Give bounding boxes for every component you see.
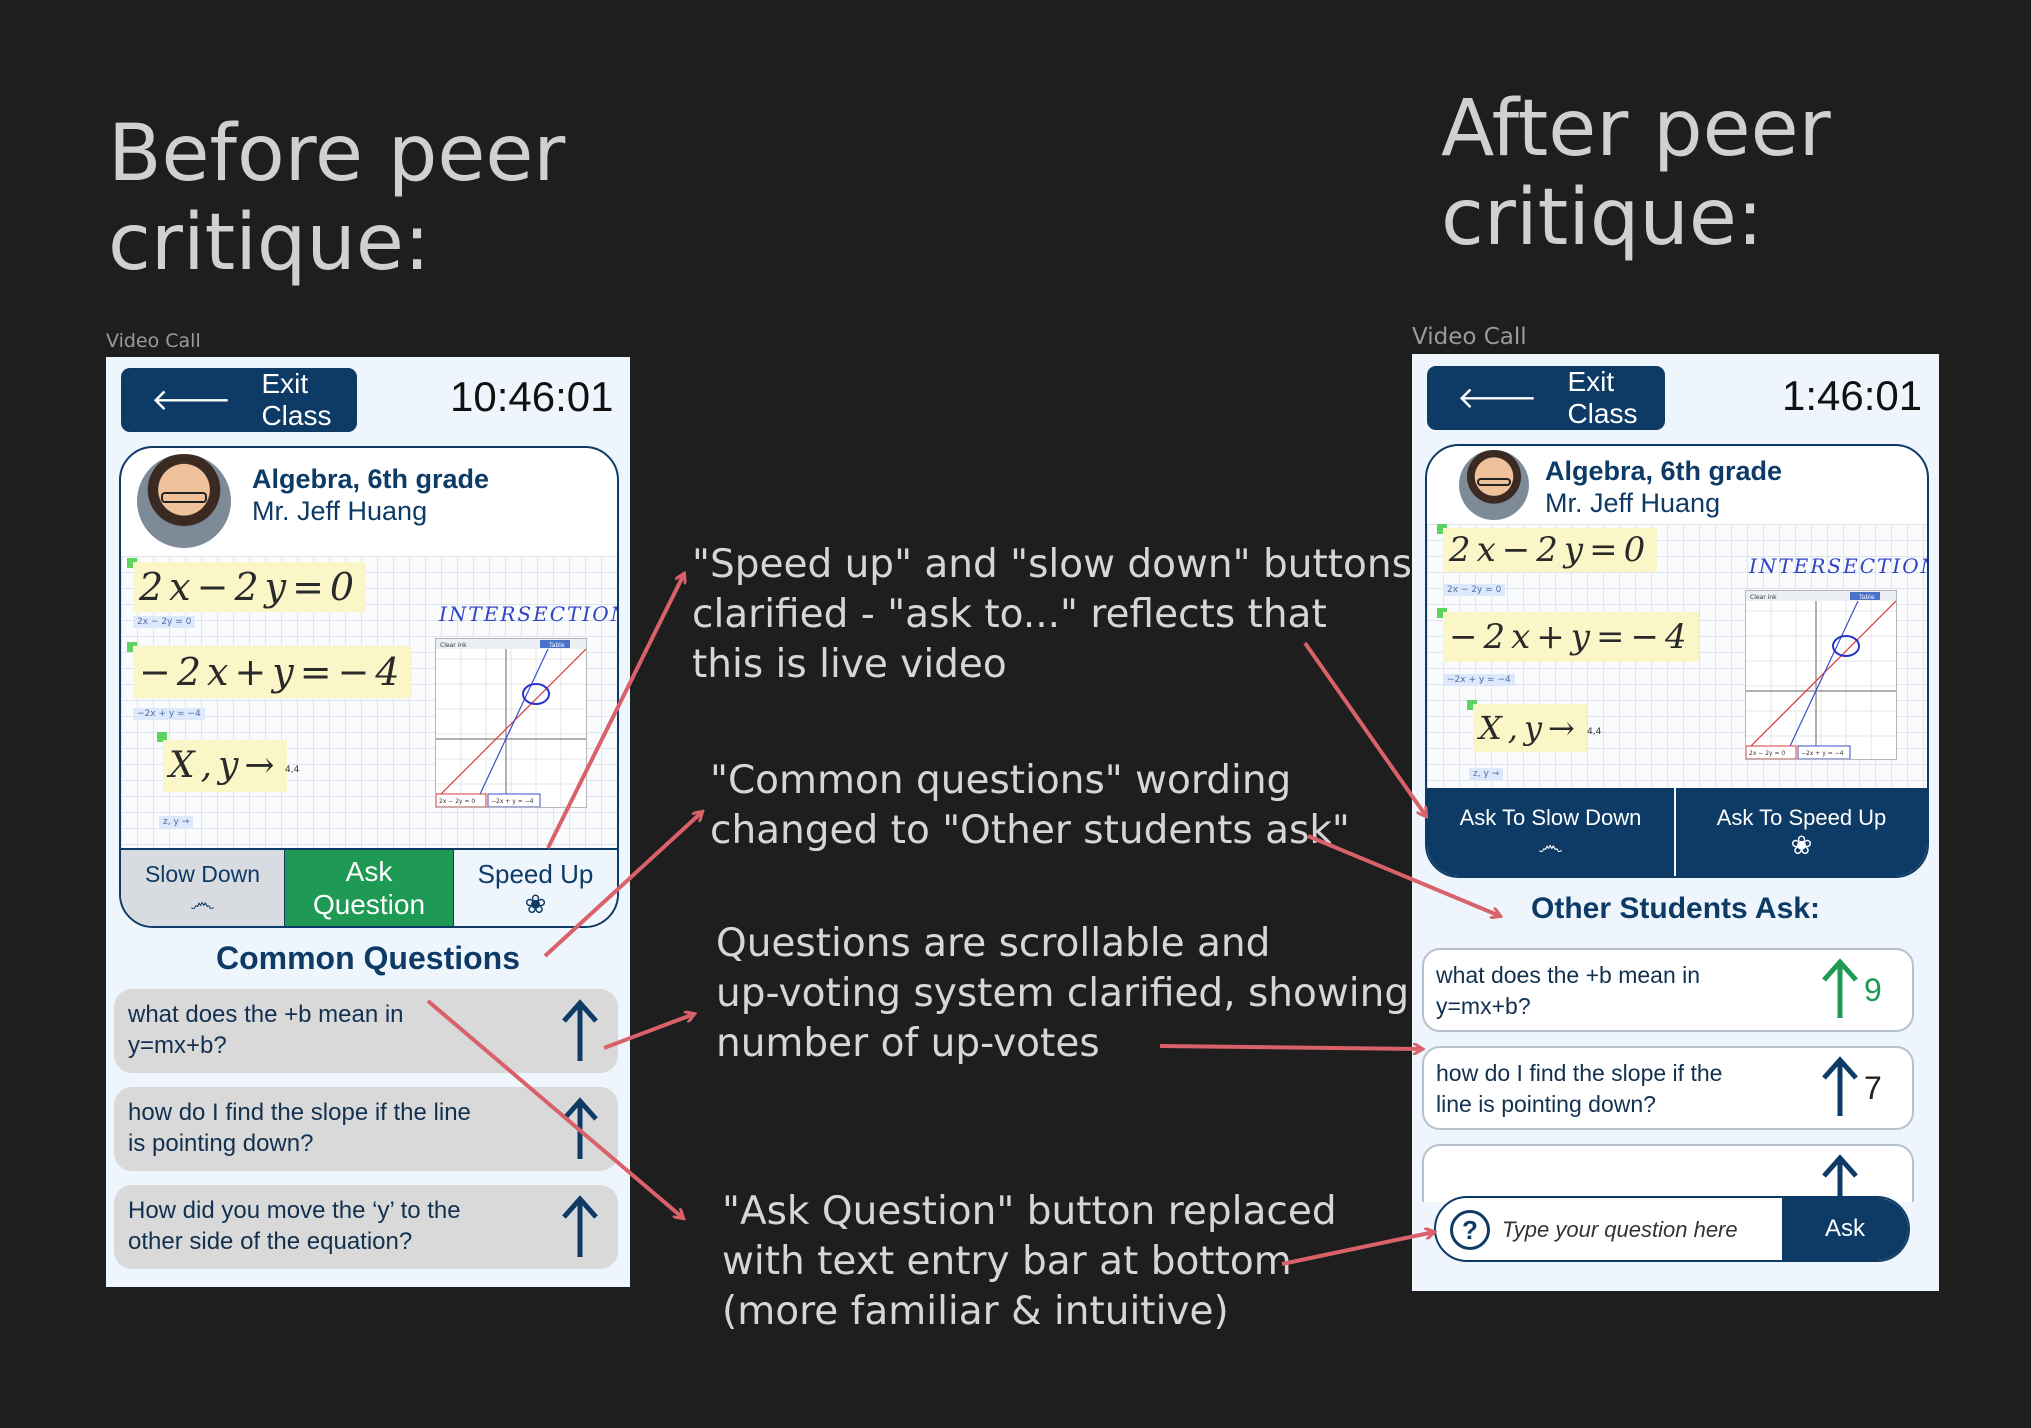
exit-class-label: Exit Class [261, 368, 332, 431]
other-students-ask-title: Other Students Ask: [1531, 892, 1820, 925]
ask-question-label: Ask Question [312, 856, 426, 920]
graph-table: Table [548, 642, 565, 649]
questions-scroll-list[interactable]: what does the +b mean in y=mx+b? 9 how d… [1412, 948, 1939, 1202]
whiteboard-video: 2x−2y=0 2x − 2y = 0 −2x+y=−4 −2x + y = −… [1427, 524, 1927, 788]
before-heading: Before peer critique: [108, 109, 566, 288]
question-text: how do I find the slope if the line is p… [1436, 1060, 1723, 1117]
upvote-arrow-icon[interactable] [560, 999, 600, 1063]
question-card[interactable]: how do I find the slope if the line is p… [114, 1087, 618, 1171]
exit-class-button[interactable]: 🡐 Exit Class [1427, 366, 1665, 430]
graph-eq2-label: −2x + y = −4 [491, 798, 534, 805]
question-card-partial[interactable] [1422, 1144, 1914, 1202]
teacher-avatar [1459, 450, 1529, 520]
equation-3: X,y→ [163, 740, 287, 792]
back-arrow-icon: 🡐 [151, 384, 232, 417]
upvote-arrow-icon[interactable] [1820, 1056, 1860, 1118]
equation-1-small: 2x − 2y = 0 [133, 616, 196, 628]
equation-3: X,y→ [1473, 704, 1587, 752]
graph-table: Table [1858, 594, 1875, 601]
question-mark-icon: ? [1450, 1210, 1490, 1250]
rabbit-icon: ❀ [524, 888, 547, 919]
question-text: how do I find the slope if the line is p… [128, 1099, 471, 1157]
equation-2-small: −2x + y = −4 [133, 708, 205, 720]
upvote-arrow-icon[interactable] [560, 1097, 600, 1161]
ask-speed-up-button[interactable]: Ask To Speed Up ❀ [1676, 788, 1927, 876]
before-frame-label: Video Call [106, 330, 201, 352]
graph-eq1-label: 2x − 2y = 0 [439, 798, 475, 805]
note-speed-buttons: "Speed up" and "slow down" buttons clari… [692, 542, 1412, 687]
vote-count: 7 [1864, 1070, 1882, 1106]
exit-class-button[interactable]: 🡐 Exit Class [121, 368, 357, 432]
back-arrow-icon: 🡐 [1457, 382, 1538, 415]
ask-button[interactable]: Ask [1782, 1198, 1908, 1260]
before-phone-screen: 🡐 Exit Class 10:46:01 Algebra, 6th grade… [106, 357, 630, 1287]
whiteboard-video: 2x−2y=0 2x − 2y = 0 −2x+y=−4 −2x + y = −… [121, 556, 617, 848]
teacher-name: Mr. Jeff Huang [252, 496, 428, 526]
graph-plot: Clear ink Table 2x − 2y = 0 −2x + y = −4 [1745, 590, 1897, 760]
graph-eq2-label: −2x + y = −4 [1801, 750, 1844, 757]
question-card[interactable]: what does the +b mean in y=mx+b? 9 [1422, 948, 1914, 1032]
ask-question-button[interactable]: Ask Question [285, 848, 453, 926]
after-heading: After peer critique: [1441, 84, 1831, 263]
snail-icon: ෴ [1538, 830, 1563, 860]
equation-3-value: 4,4 [1587, 727, 1602, 737]
graph-plot: Clear ink Table 2x − 2y = 0 −2x + y = −4 [435, 638, 587, 808]
video-card: Algebra, 6th grade Mr. Jeff Huang 2x−2y=… [119, 446, 619, 928]
equation-2-small: −2x + y = −4 [1443, 674, 1515, 686]
upvote-arrow-icon[interactable] [1820, 1154, 1860, 1202]
rabbit-icon: ❀ [1790, 830, 1813, 860]
question-text: How did you move the ‘y’ to the other si… [128, 1197, 461, 1255]
question-text: what does the +b mean in y=mx+b? [1436, 962, 1701, 1019]
equation-1: 2x−2y=0 [1443, 528, 1658, 572]
ask-question-bar: ? Ask [1434, 1196, 1910, 1262]
intersection-note: INTERSECTION [439, 602, 619, 626]
teacher-name: Mr. Jeff Huang [1545, 488, 1721, 518]
graph-eq1-label: 2x − 2y = 0 [1749, 750, 1785, 757]
graph-clear-ink: Clear ink [1750, 594, 1777, 601]
glasses-shape [1477, 478, 1511, 487]
question-card[interactable]: how do I find the slope if the line is p… [1422, 1046, 1914, 1130]
after-frame-label: Video Call [1412, 324, 1527, 350]
speed-up-label: Speed Up [477, 858, 594, 889]
slow-down-button[interactable]: Slow Down ෴ [121, 848, 285, 926]
upvote-arrow-icon[interactable] [560, 1195, 600, 1259]
teacher-avatar [137, 454, 231, 548]
equation-2: −2x+y=−4 [133, 646, 412, 698]
equation-1: 2x−2y=0 [133, 562, 367, 612]
class-timer: 10:46:01 [450, 373, 614, 420]
video-card: Algebra, 6th grade Mr. Jeff Huang 2x−2y=… [1425, 444, 1929, 878]
speed-up-button[interactable]: Speed Up ❀ [453, 848, 617, 926]
note-ask-bar: "Ask Question" button replaced with text… [722, 1189, 1337, 1334]
graph-clear-ink: Clear ink [440, 642, 467, 649]
intersection-note: INTERSECTION [1749, 554, 1929, 578]
ask-speed-up-label: Ask To Speed Up [1716, 805, 1887, 830]
course-title: Algebra, 6th grade [252, 464, 490, 494]
equation-3-value: 4,4 [285, 765, 300, 775]
glasses-shape [161, 491, 207, 503]
ask-slow-down-button[interactable]: Ask To Slow Down ෴ [1427, 788, 1676, 876]
equation-3-small: z, y → [159, 816, 194, 828]
equation-2: −2x+y=−4 [1443, 612, 1699, 662]
equation-1-small: 2x − 2y = 0 [1443, 584, 1506, 596]
class-timer: 1:46:01 [1782, 372, 1923, 419]
question-card[interactable]: what does the +b mean in y=mx+b? [114, 989, 618, 1073]
after-phone-screen: 🡐 Exit Class 1:46:01 Algebra, 6th grade … [1412, 354, 1939, 1291]
slow-down-label: Slow Down [144, 860, 261, 887]
question-card[interactable]: How did you move the ‘y’ to the other si… [114, 1185, 618, 1269]
question-text: what does the +b mean in y=mx+b? [128, 1001, 404, 1059]
upvote-arrow-icon[interactable] [1820, 958, 1860, 1020]
vote-count: 9 [1864, 972, 1882, 1008]
ask-slow-down-label: Ask To Slow Down [1459, 805, 1642, 830]
exit-class-label: Exit Class [1567, 366, 1638, 429]
equation-3-small: z, y → [1469, 768, 1504, 780]
course-title: Algebra, 6th grade [1545, 456, 1783, 486]
note-common-questions: "Common questions" wording changed to "O… [710, 758, 1350, 853]
note-upvoting: Questions are scrollable and up-voting s… [716, 921, 1410, 1066]
common-questions-title: Common Questions [215, 940, 520, 976]
question-input[interactable] [1500, 1206, 1794, 1254]
snail-icon: ෴ [190, 886, 215, 917]
